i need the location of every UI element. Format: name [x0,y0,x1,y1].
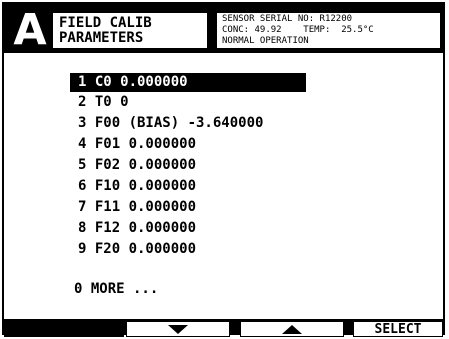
parameter-menu: 1 C0 0.000000 2 T0 0 3 F00 (BIAS) -3.640… [70,73,306,260]
menu-item-t0[interactable]: 2 T0 0 [70,92,306,113]
conc-temp-text: CONC: 49.92 TEMP: 25.5°C [222,25,374,35]
arrow-up-icon [282,325,302,334]
header-bar: A FIELD CALIB PARAMETERS SENSOR SERIAL N… [4,4,443,53]
page-title-line-2: PARAMETERS [59,30,144,46]
more-menu-item[interactable]: 0 MORE ... [74,280,158,298]
menu-item-c0[interactable]: 1 C0 0.000000 [70,73,306,92]
softkey-1-blank[interactable] [4,321,124,337]
menu-item-f00[interactable]: 3 F00 (BIAS) -3.640000 [70,113,306,134]
menu-item-f02[interactable]: 5 F02 0.000000 [70,155,306,176]
operation-status-text: NORMAL OPERATION [222,36,309,46]
page-title-line-1: FIELD CALIB [59,15,152,31]
instrument-screen: A FIELD CALIB PARAMETERS SENSOR SERIAL N… [0,0,449,339]
menu-item-f11[interactable]: 7 F11 0.000000 [70,197,306,218]
menu-item-f20[interactable]: 9 F20 0.000000 [70,239,306,260]
page-title: FIELD CALIB PARAMETERS [52,12,208,49]
menu-item-f12[interactable]: 8 F12 0.000000 [70,218,306,239]
scroll-down-button[interactable] [126,321,230,337]
arrow-down-icon [168,325,188,334]
select-button-label: SELECT [374,322,422,337]
sensor-serial-text: SENSOR SERIAL NO: R12200 [222,14,353,24]
select-button[interactable]: SELECT [353,321,443,337]
status-panel: SENSOR SERIAL NO: R12200 CONC: 49.92 TEM… [216,12,441,49]
menu-item-f01[interactable]: 4 F01 0.000000 [70,134,306,155]
menu-item-f10[interactable]: 6 F10 0.000000 [70,176,306,197]
page-letter: A [13,5,47,55]
scroll-up-button[interactable] [240,321,344,337]
display-frame: A FIELD CALIB PARAMETERS SENSOR SERIAL N… [2,2,445,337]
